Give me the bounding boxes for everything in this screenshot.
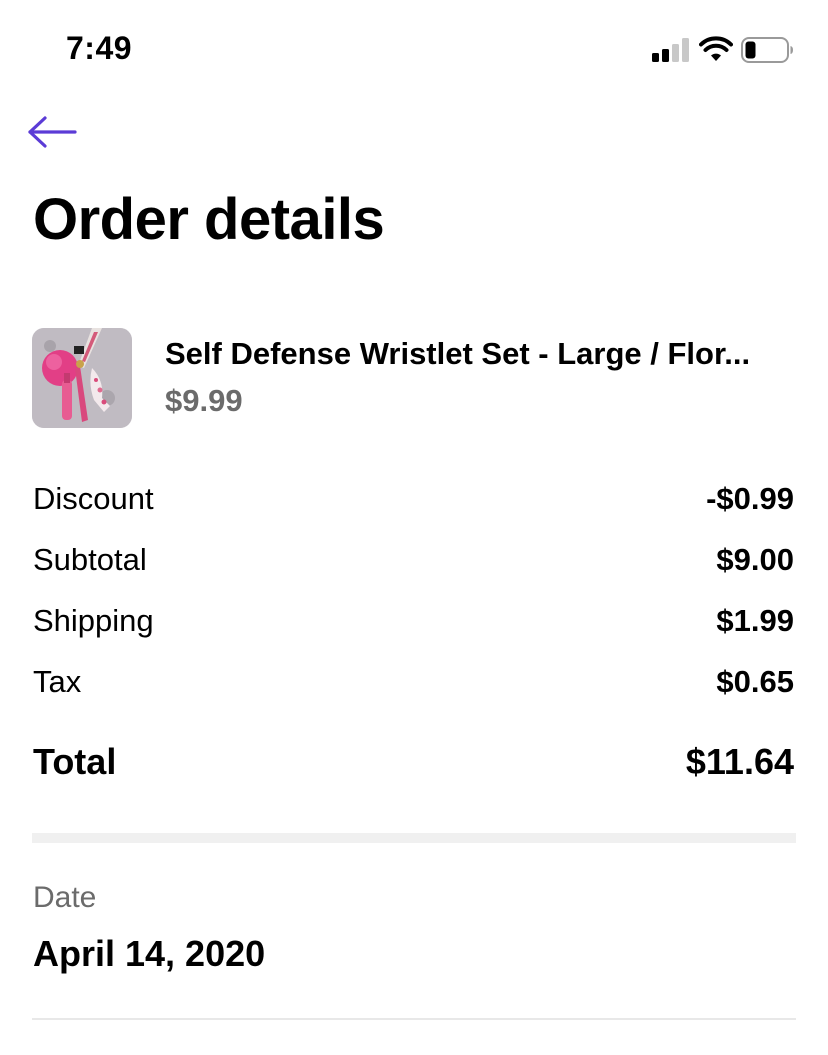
product-name[interactable]: Self Defense Wristlet Set - Large / Flor…: [165, 336, 795, 372]
status-time: 7:49: [66, 30, 133, 66]
page-title: Order details: [33, 187, 385, 252]
discount-label: Discount: [33, 481, 154, 516]
subtotal-value: $9.00: [716, 542, 794, 577]
discount-value: -$0.99: [706, 481, 794, 516]
summary-row-total: Total $11.64: [33, 741, 794, 787]
total-label: Total: [33, 741, 117, 782]
wifi-icon: [699, 36, 733, 61]
product-price: $9.99: [165, 383, 243, 418]
product-thumbnail[interactable]: [32, 328, 132, 428]
battery-icon: [741, 37, 793, 63]
date-value: April 14, 2020: [33, 933, 266, 974]
tax-label: Tax: [33, 664, 82, 699]
summary-row-tax: Tax $0.65: [33, 664, 794, 704]
status-bar: 7:49: [0, 0, 828, 100]
summary-row-shipping: Shipping $1.99: [33, 603, 794, 643]
back-arrow-icon[interactable]: [26, 112, 78, 152]
shipping-label: Shipping: [33, 603, 154, 638]
total-value: $11.64: [685, 741, 794, 782]
divider: [32, 1018, 796, 1020]
cellular-signal-icon: [652, 38, 692, 62]
subtotal-label: Subtotal: [33, 542, 147, 577]
section-divider: [32, 833, 796, 843]
summary-row-discount: Discount -$0.99: [33, 481, 794, 521]
date-label: Date: [33, 881, 97, 914]
summary-row-subtotal: Subtotal $9.00: [33, 542, 794, 582]
shipping-value: $1.99: [716, 603, 794, 638]
tax-value: $0.65: [716, 664, 794, 699]
